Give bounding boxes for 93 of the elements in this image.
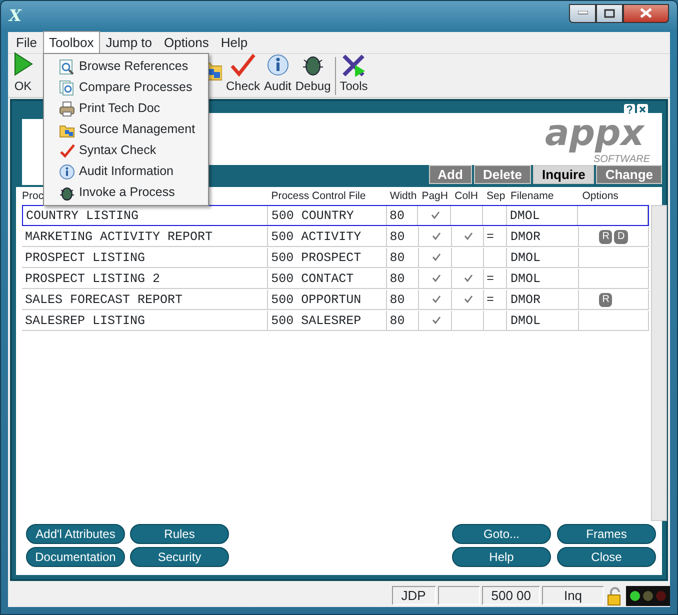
table-cell: 80 xyxy=(386,290,419,309)
menu-item[interactable]: Toolbox xyxy=(42,30,100,54)
table-cell: COUNTRY LISTING xyxy=(23,206,268,225)
checkmark-icon xyxy=(59,142,75,158)
status-cell: Inq xyxy=(542,586,604,605)
toolbar-button[interactable]: Debug xyxy=(295,53,331,95)
table-cell: PROSPECT LISTING xyxy=(22,248,268,267)
status-cell: 500 00 xyxy=(482,586,540,605)
table-cell: MARKETING ACTIVITY REPORT xyxy=(22,227,268,246)
mode-tab[interactable]: Change xyxy=(596,165,662,184)
table-cell: 500 ACTIVITY xyxy=(268,227,387,246)
printer-icon xyxy=(59,100,75,116)
column-header: Process Control File xyxy=(271,190,366,202)
option-badge[interactable]: R xyxy=(599,292,612,307)
table-cell: DMOL xyxy=(507,311,580,330)
app-icon: X xyxy=(9,4,22,28)
table-cell: 80 xyxy=(386,227,419,246)
menu-option[interactable]: Invoke a Process xyxy=(79,183,175,202)
menu-option[interactable]: Print Tech Doc xyxy=(79,99,160,118)
table-cell: DMOL xyxy=(507,248,580,267)
column-header: ColH xyxy=(454,190,478,202)
table-cell: DMOR xyxy=(507,290,580,309)
mode-tab[interactable]: Delete xyxy=(474,165,531,184)
checkmark-icon xyxy=(230,53,256,77)
menu-option[interactable]: Compare Processes xyxy=(79,78,192,97)
bug-icon xyxy=(59,184,75,200)
table-cell: 80 xyxy=(386,206,418,225)
column-header: Proc xyxy=(22,190,44,202)
column-header: Width xyxy=(390,190,417,202)
action-button[interactable]: Help xyxy=(452,547,551,567)
menu-option[interactable]: Audit Information xyxy=(79,162,174,181)
column-header: Options xyxy=(582,190,618,202)
column-header: PagH xyxy=(422,190,448,202)
column-header: Filename xyxy=(510,190,554,202)
option-badge[interactable]: R xyxy=(599,230,612,244)
table-cell: SALES FORECAST REPORT xyxy=(22,290,268,309)
option-badge[interactable]: D xyxy=(614,230,628,244)
maximize-icon xyxy=(604,8,615,18)
table-cell: 500 CONTACT xyxy=(268,269,387,288)
minimize-icon xyxy=(578,11,588,15)
magnifier-icon xyxy=(59,80,75,96)
minimize-button[interactable] xyxy=(569,4,596,22)
table-cell: 80 xyxy=(386,248,419,267)
magnifier-icon xyxy=(59,58,75,74)
action-button[interactable]: Documentation xyxy=(26,547,125,567)
toolbar-button[interactable]: Audit xyxy=(264,53,292,95)
table-cell: SALESREP LISTING xyxy=(22,311,268,330)
toolbar-button[interactable]: Tools xyxy=(340,53,368,95)
action-button[interactable]: Add'l Attributes xyxy=(26,524,125,544)
table-cell: 80 xyxy=(386,269,419,288)
close-icon[interactable] xyxy=(637,104,648,115)
traffic-light-icon xyxy=(626,586,670,606)
menu-item[interactable]: Jump to xyxy=(100,30,158,54)
logo-tagline: SOFTWARE xyxy=(592,154,650,164)
table-cell: 500 SALESREP xyxy=(268,311,387,330)
table-cell: DMOL xyxy=(506,206,578,225)
table-cell: 500 OPPORTUN xyxy=(268,290,387,309)
scrollbar[interactable] xyxy=(651,205,667,521)
menu-option[interactable]: Source Management xyxy=(79,120,196,139)
table-cell: PROSPECT LISTING 2 xyxy=(22,269,268,288)
action-button[interactable]: Close xyxy=(557,547,656,567)
table-cell: = xyxy=(486,272,494,286)
action-button[interactable]: Security xyxy=(130,547,229,567)
close-button[interactable] xyxy=(623,4,669,22)
menu-option[interactable]: Syntax Check xyxy=(79,141,156,160)
table-cell: DMOR xyxy=(507,227,580,246)
table-cell: 500 COUNTRY xyxy=(268,206,387,225)
table-cell: DMOL xyxy=(507,269,580,288)
table-cell: = xyxy=(486,230,494,244)
status-cell: JDP xyxy=(392,586,436,605)
play-icon xyxy=(12,51,34,77)
action-button[interactable]: Goto... xyxy=(452,524,551,544)
table-cell: 500 PROSPECT xyxy=(268,248,387,267)
info-icon xyxy=(266,53,290,77)
tools-icon xyxy=(340,53,367,77)
logo-text: appx xyxy=(544,114,646,154)
selected-row[interactable]: COUNTRY LISTING 500 COUNTRY 80 DMOL xyxy=(22,205,649,226)
help-icon[interactable] xyxy=(624,104,635,115)
column-header: Sep xyxy=(486,190,506,202)
status-cell xyxy=(438,586,480,605)
table-cell: = xyxy=(486,293,494,307)
close-icon xyxy=(640,8,652,18)
maximize-button[interactable] xyxy=(596,4,623,22)
mode-tab[interactable]: Inquire xyxy=(532,165,594,184)
mode-tab[interactable]: Add xyxy=(428,165,472,184)
toolbar-button[interactable]: Check xyxy=(226,53,260,95)
action-button[interactable]: Rules xyxy=(130,524,229,544)
menu-item[interactable]: Help xyxy=(214,30,254,54)
table-cell: 80 xyxy=(386,311,419,330)
menu-option[interactable]: Browse References xyxy=(79,57,188,76)
menu-item[interactable]: Options xyxy=(158,30,215,54)
info-icon xyxy=(59,164,75,180)
action-button[interactable]: Frames xyxy=(557,524,656,544)
